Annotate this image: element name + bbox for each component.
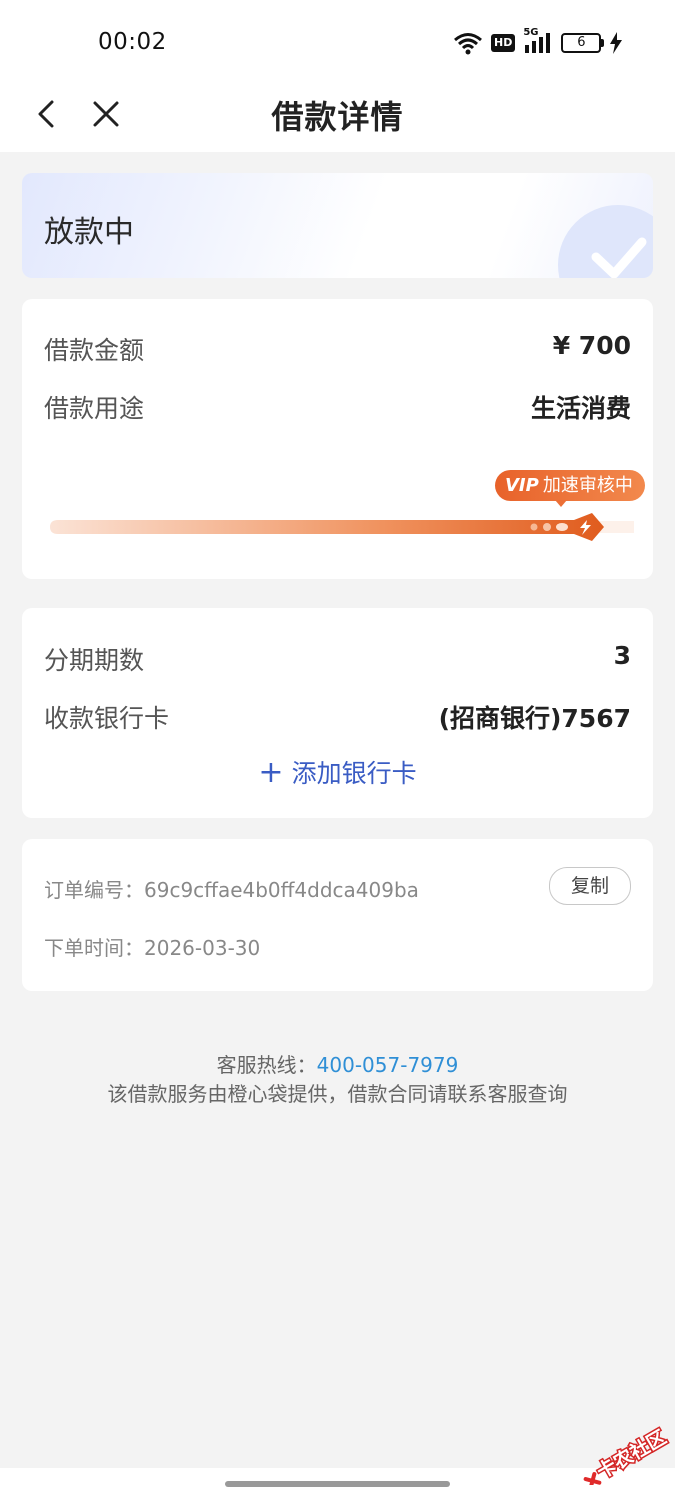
order-number-value: 69c9cffae4b0ff4ddca409ba bbox=[144, 878, 419, 902]
add-bank-card-button[interactable]: + 添加银行卡 bbox=[22, 754, 653, 790]
vip-label: VIP bbox=[505, 475, 539, 496]
page-title: 借款详情 bbox=[271, 98, 404, 136]
review-progress-bar bbox=[50, 513, 634, 541]
svg-text:卡农社区: 卡农社区 bbox=[593, 1425, 670, 1483]
order-number-label: 订单编号： bbox=[44, 878, 144, 902]
status-time: 00:02 bbox=[98, 29, 167, 55]
vip-fast-review-badge: VIP 加速审核中 bbox=[495, 470, 645, 507]
order-time-value: 2026-03-30 bbox=[144, 936, 261, 960]
loan-info-card: 借款金额 ¥ 700 借款用途 生活消费 VIP 加速审核中 bbox=[22, 299, 653, 579]
signal-icon: 5G bbox=[523, 27, 553, 55]
charging-bolt-icon bbox=[610, 32, 623, 54]
wifi-icon bbox=[454, 33, 482, 55]
status-bar: 00:02 HD 5G 6 bbox=[0, 0, 675, 80]
receive-card-label: 收款银行卡 bbox=[44, 704, 170, 733]
hd-badge-icon: HD bbox=[491, 34, 516, 52]
installments-label: 分期期数 bbox=[44, 646, 145, 675]
nav-bar: 借款详情 bbox=[0, 80, 675, 152]
customer-service-hotline: 客服热线：400-057-7979 bbox=[0, 1049, 675, 1078]
loan-purpose-label: 借款用途 bbox=[44, 394, 145, 423]
add-bank-card-label: 添加银行卡 bbox=[291, 759, 417, 788]
order-number-row: 订单编号：69c9cffae4b0ff4ddca409ba bbox=[44, 874, 419, 903]
fast-review-label: 加速审核中 bbox=[542, 475, 633, 496]
order-time-row: 下单时间：2026-03-30 bbox=[44, 932, 260, 961]
loan-purpose-value: 生活消费 bbox=[530, 394, 631, 423]
loan-status-card: 放款中 bbox=[22, 173, 653, 278]
repayment-info-card: 分期期数 3 收款银行卡 (招商银行)7567 + 添加银行卡 bbox=[22, 608, 653, 818]
order-info-card: 订单编号：69c9cffae4b0ff4ddca409ba 复制 下单时间：20… bbox=[22, 839, 653, 991]
installments-value: 3 bbox=[613, 641, 631, 670]
loan-amount-value: ¥ 700 bbox=[552, 331, 631, 360]
loan-amount-label: 借款金额 bbox=[44, 336, 145, 365]
receive-card-value: (招商银行)7567 bbox=[438, 704, 631, 733]
check-badge-icon bbox=[558, 205, 653, 278]
battery-icon: 6 bbox=[561, 33, 605, 53]
service-disclaimer: 该借款服务由橙心袋提供，借款合同请联系客服查询 bbox=[107, 1082, 568, 1106]
loan-status-text: 放款中 bbox=[44, 215, 134, 250]
watermark-logo: 卡农社区 bbox=[583, 1424, 672, 1485]
hotline-label: 客服热线： bbox=[216, 1053, 317, 1077]
status-icons: HD 5G 6 bbox=[453, 27, 623, 59]
plus-icon: + bbox=[258, 755, 284, 790]
hotline-phone-link[interactable]: 400-057-7979 bbox=[317, 1053, 459, 1077]
order-time-label: 下单时间： bbox=[44, 936, 144, 960]
copy-button[interactable]: 复制 bbox=[549, 867, 631, 905]
home-indicator[interactable] bbox=[225, 1481, 450, 1487]
